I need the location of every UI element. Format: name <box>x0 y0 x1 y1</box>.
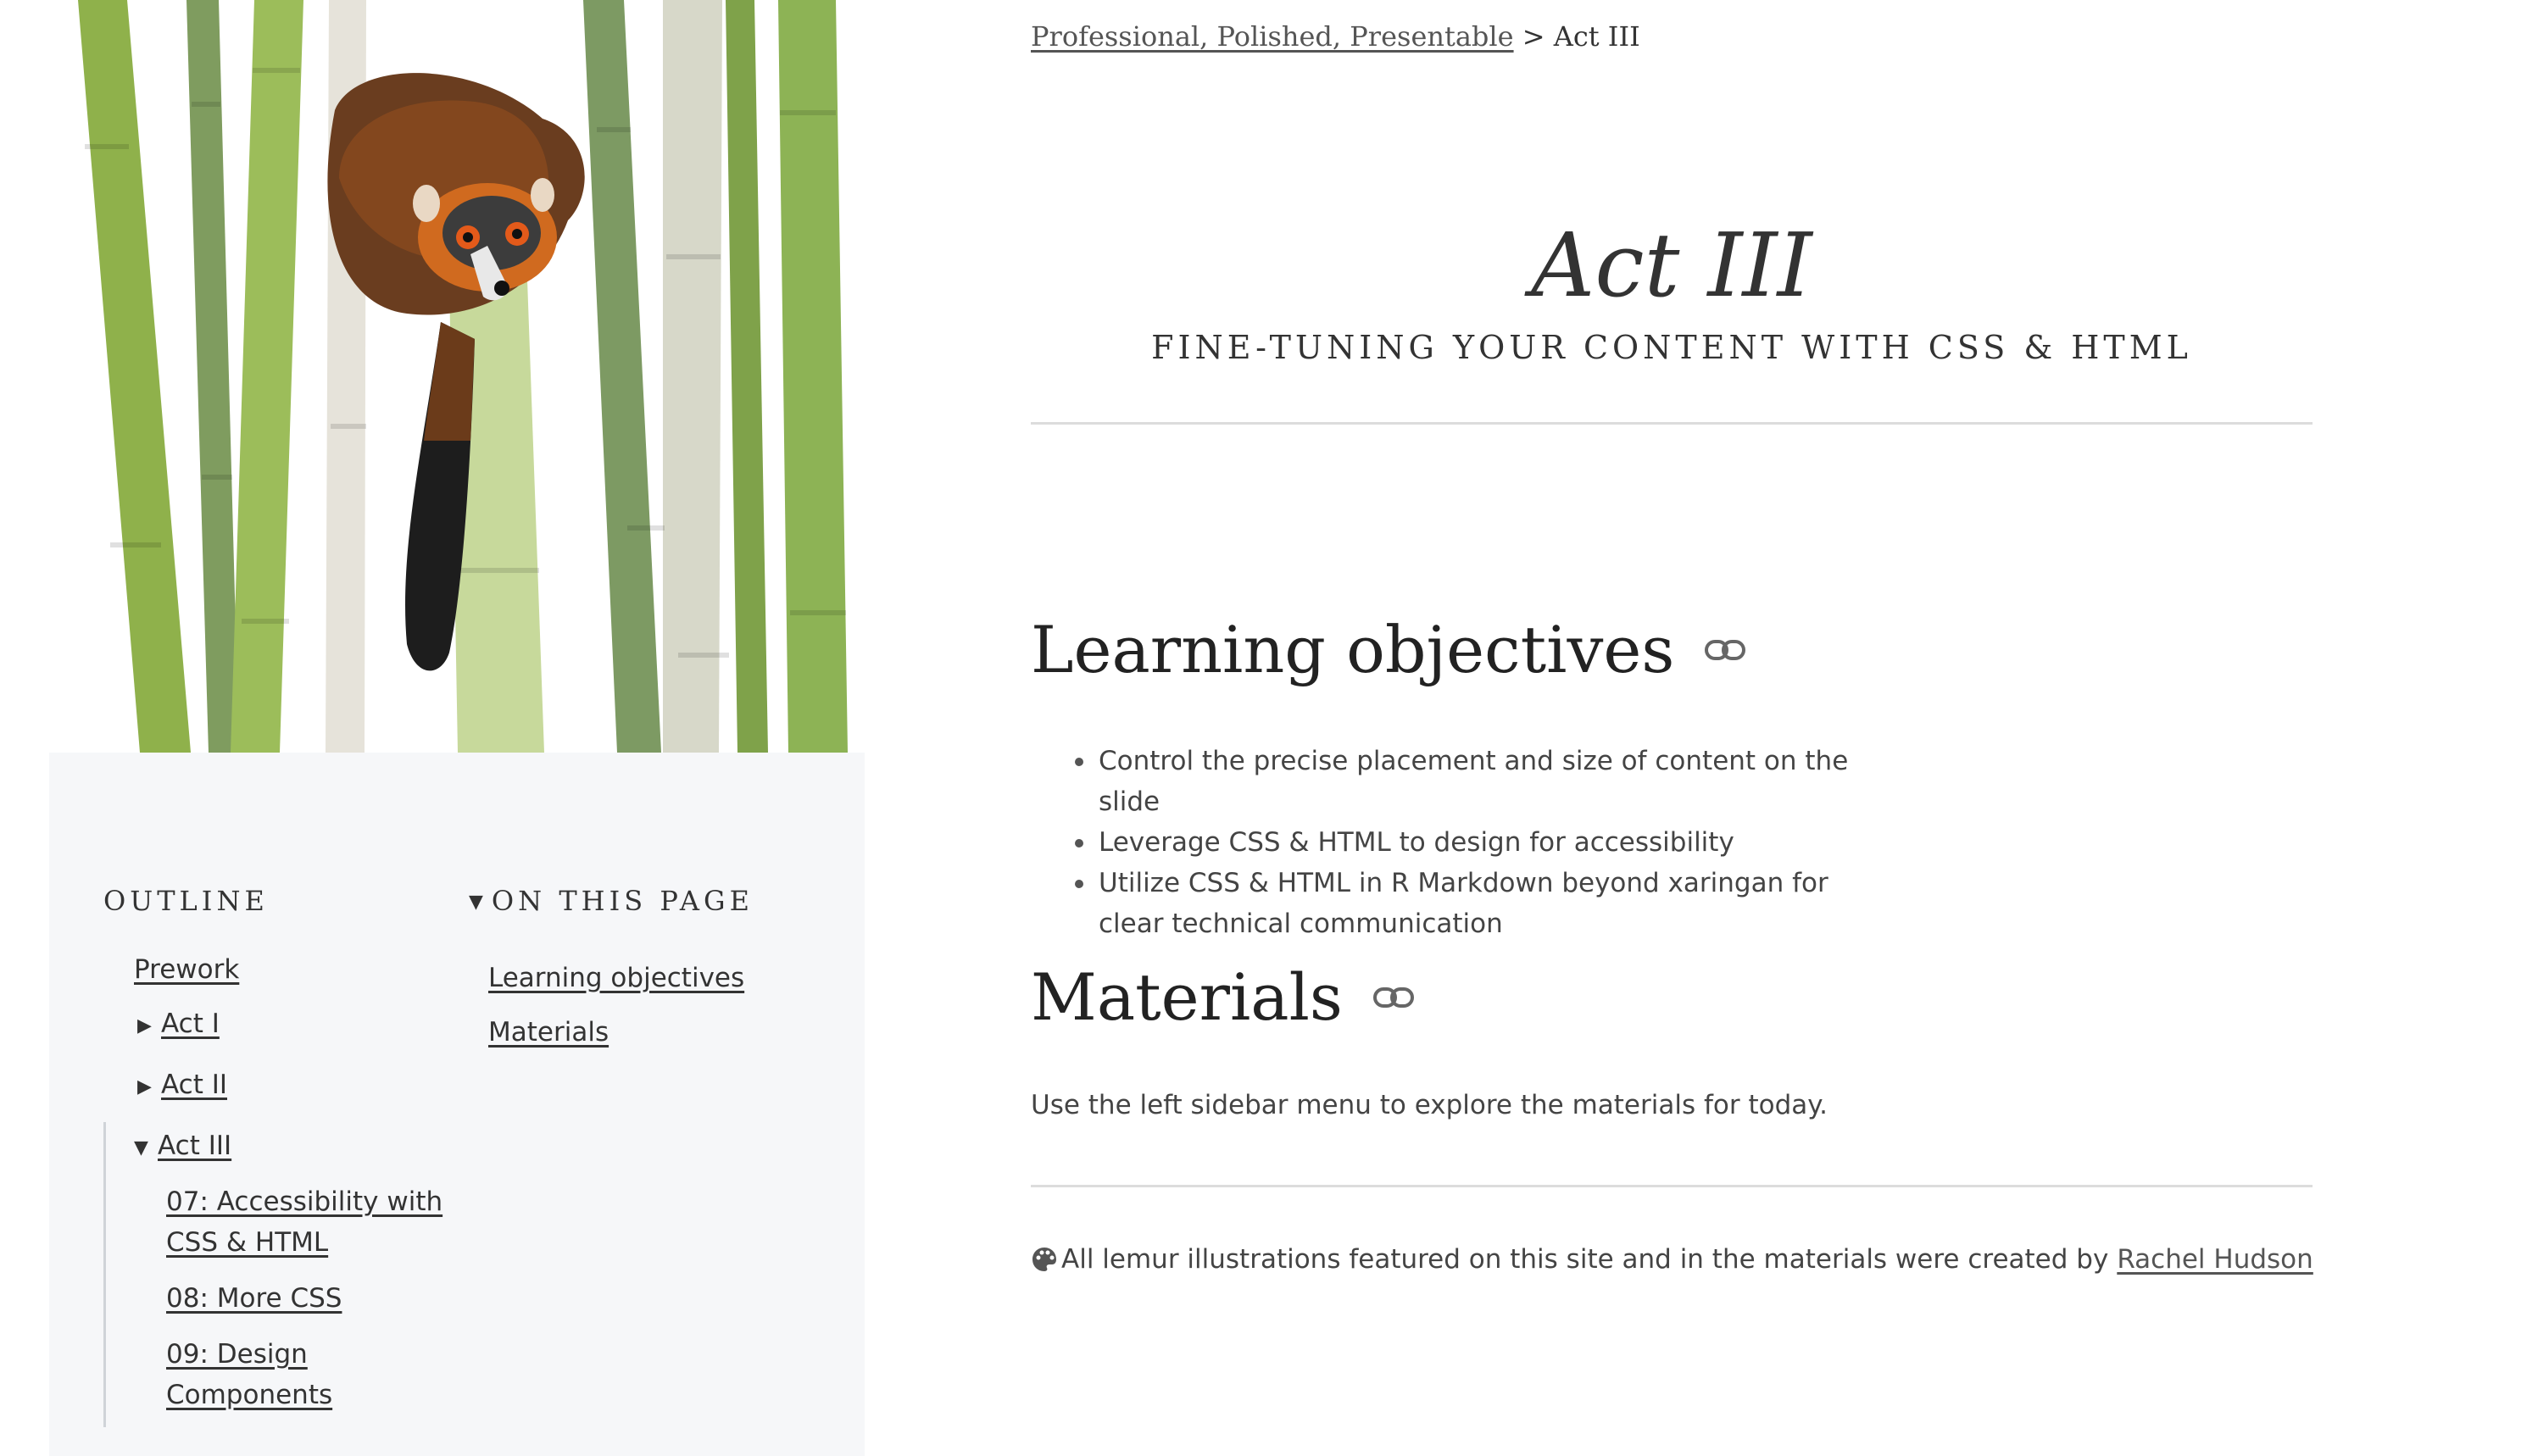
palette-icon <box>1032 1248 1056 1271</box>
learning-objectives-heading: Learning objectives <box>1031 612 1746 687</box>
breadcrumb-current: Act III <box>1553 20 1640 53</box>
link-icon[interactable] <box>1705 637 1746 663</box>
outline-link-act-3[interactable]: Act III <box>158 1125 231 1166</box>
outline-link-07-line1[interactable]: 07: Accessibility with <box>166 1181 442 1222</box>
footer-divider <box>1031 1185 2313 1187</box>
breadcrumb: Professional, Polished, Presentable > Ac… <box>1031 20 1640 53</box>
triangle-down-icon[interactable]: ▼ <box>134 1137 148 1159</box>
sidebar: OUTLINE Prework ▶ Act I ▶ Act II ▼ Act I… <box>49 753 865 1456</box>
title-divider <box>1031 422 2313 425</box>
triangle-down-icon: ▼ <box>469 892 483 913</box>
lemur-bamboo-illustration <box>78 0 848 753</box>
triangle-right-icon[interactable]: ▶ <box>137 1015 152 1036</box>
outline-link-08[interactable]: 08: More CSS <box>166 1278 342 1319</box>
page-title: Act III <box>1531 214 1812 317</box>
outline-link-prework[interactable]: Prework <box>134 949 239 990</box>
materials-heading: Materials <box>1031 959 1414 1035</box>
page-subtitle: FINE-TUNING YOUR CONTENT WITH CSS & HTML <box>1151 329 2192 366</box>
outline-link-09-line2[interactable]: Components <box>166 1375 332 1415</box>
learning-objectives-list: Control the precise placement and size o… <box>1070 741 1884 944</box>
credit-author-link[interactable]: Rachel Hudson <box>2117 1244 2313 1275</box>
toc-link-materials[interactable]: Materials <box>488 1012 609 1053</box>
outline-link-09-line1[interactable]: 09: Design <box>166 1334 308 1375</box>
hero-illustration <box>0 0 882 753</box>
list-item: Utilize CSS & HTML in R Markdown beyond … <box>1070 863 1884 944</box>
link-icon[interactable] <box>1372 985 1414 1010</box>
act3-group-indicator <box>103 1122 106 1427</box>
credit-text: All lemur illustrations featured on this… <box>1061 1244 2109 1275</box>
outline-heading: OUTLINE <box>103 885 269 917</box>
illustration-credit: All lemur illustrations featured on this… <box>1031 1244 2313 1275</box>
triangle-right-icon[interactable]: ▶ <box>137 1076 152 1098</box>
materials-text: Use the left sidebar menu to explore the… <box>1031 1090 1828 1120</box>
breadcrumb-parent-link[interactable]: Professional, Polished, Presentable <box>1031 20 1514 53</box>
outline-link-act-1[interactable]: Act I <box>161 1003 220 1044</box>
on-this-page-heading[interactable]: ▼ ON THIS PAGE <box>469 885 754 917</box>
toc-link-learning-objectives[interactable]: Learning objectives <box>488 958 744 998</box>
outline-link-07-line2[interactable]: CSS & HTML <box>166 1222 328 1263</box>
outline-link-act-2[interactable]: Act II <box>161 1064 227 1105</box>
lemur-figure <box>327 73 585 671</box>
list-item: Control the precise placement and size o… <box>1070 741 1884 822</box>
breadcrumb-separator: > <box>1522 20 1545 53</box>
list-item: Leverage CSS & HTML to design for access… <box>1070 822 1884 863</box>
